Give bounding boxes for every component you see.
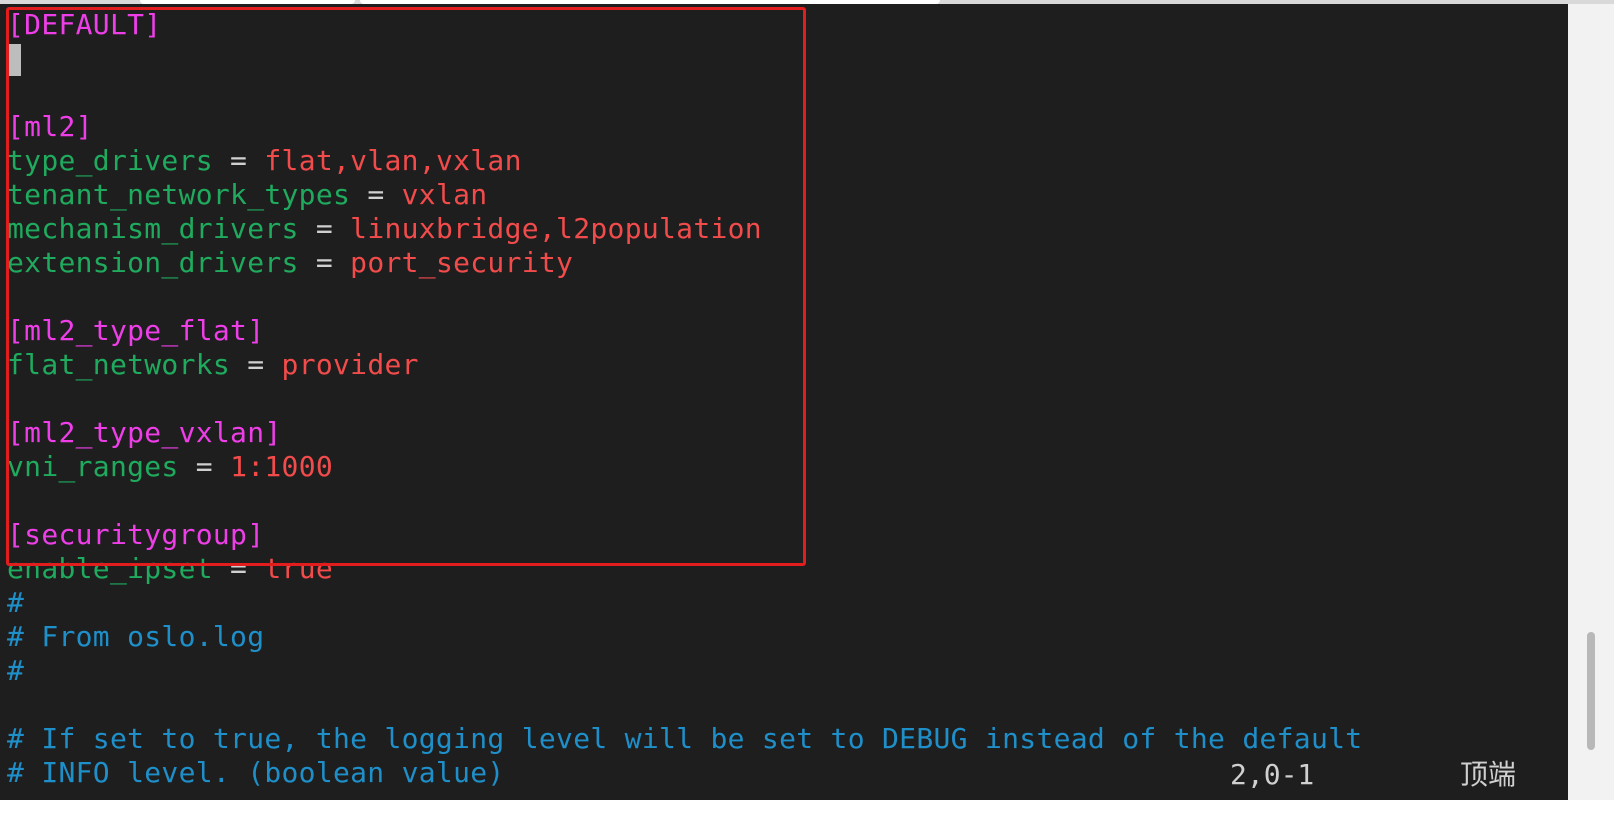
equals-sign: =: [212, 144, 265, 177]
vim-editor-area[interactable]: [DEFAULT] [ml2] type_drivers = flat,vlan,v…: [0, 4, 1568, 800]
section-header-line: [DEFAULT]: [7, 8, 1362, 42]
section-header: [ml2_type_flat]: [7, 314, 265, 347]
config-key: tenant_network_types: [7, 178, 351, 211]
cursor-line: [7, 42, 1362, 76]
config-key: vni_ranges: [7, 450, 179, 483]
text-cursor: [7, 44, 21, 76]
terminal-window: [DEFAULT] [ml2] type_drivers = flat,vlan,v…: [0, 0, 1614, 820]
comment-line: # INFO level. (boolean value): [7, 756, 1362, 790]
config-key: type_drivers: [7, 144, 213, 177]
cursor-position-indicator: 2,0-1: [1230, 758, 1315, 791]
section-header: [ml2]: [7, 110, 93, 143]
section-header: [securitygroup]: [7, 518, 265, 551]
file-content[interactable]: [DEFAULT] [ml2] type_drivers = flat,vlan,v…: [7, 8, 1362, 790]
config-value: provider: [281, 348, 419, 381]
config-value: vxlan: [401, 178, 488, 211]
config-line: mechanism_drivers = linuxbridge,l2popula…: [7, 212, 1362, 246]
section-header-line: [ml2_type_flat]: [7, 314, 1362, 348]
config-value: true: [264, 552, 334, 585]
comment-line: #: [7, 586, 1362, 620]
config-value: flat,vlan,vxlan: [264, 144, 522, 177]
config-line: extension_drivers = port_security: [7, 246, 1362, 280]
comment-text: #: [7, 586, 25, 619]
config-key: extension_drivers: [7, 246, 299, 279]
scroll-position-indicator: 顶端: [1460, 758, 1517, 791]
comment-text: #: [7, 654, 25, 687]
config-key: flat_networks: [7, 348, 231, 381]
section-header: [ml2_type_vxlan]: [7, 416, 282, 449]
comment-text: # INFO level. (boolean value): [7, 756, 505, 789]
equals-sign: =: [298, 246, 351, 279]
config-value: port_security: [350, 246, 574, 279]
comment-text: # From oslo.log: [7, 620, 265, 653]
equals-sign: =: [298, 212, 351, 245]
equals-sign: =: [350, 178, 402, 211]
equals-sign: =: [230, 348, 282, 381]
scrollbar-thumb[interactable]: [1587, 632, 1595, 750]
comment-text: # If set to true, the logging level will…: [7, 722, 1363, 755]
config-line: tenant_network_types = vxlan: [7, 178, 1362, 212]
config-value: 1:1000: [230, 450, 334, 483]
section-header: [DEFAULT]: [7, 8, 162, 41]
config-line: type_drivers = flat,vlan,vxlan: [7, 144, 1362, 178]
comment-line: #: [7, 654, 1362, 688]
comment-line: # From oslo.log: [7, 620, 1362, 654]
section-header-line: [ml2_type_vxlan]: [7, 416, 1362, 450]
config-key: mechanism_drivers: [7, 212, 299, 245]
comment-line: # If set to true, the logging level will…: [7, 722, 1362, 756]
config-line: flat_networks = provider: [7, 348, 1362, 382]
equals-sign: =: [212, 552, 265, 585]
window-bottom-strip: [0, 800, 1614, 820]
config-value: linuxbridge,l2population: [350, 212, 762, 245]
config-key: enable_ipset: [7, 552, 213, 585]
section-header-line: [securitygroup]: [7, 518, 1362, 552]
config-line: vni_ranges = 1:1000: [7, 450, 1362, 484]
section-header-line: [ml2]: [7, 110, 1362, 144]
config-line: enable_ipset = true: [7, 552, 1362, 586]
equals-sign: =: [178, 450, 231, 483]
